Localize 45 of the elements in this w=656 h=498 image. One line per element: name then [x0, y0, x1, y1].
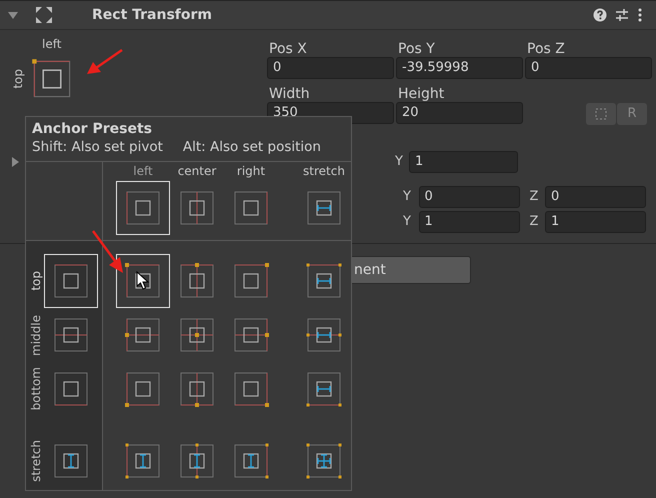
axis-label: Y [395, 154, 404, 169]
axis-label: Y [403, 189, 412, 204]
expand-triangle-icon[interactable] [10, 156, 20, 166]
field-label: Pos Z [526, 41, 566, 57]
help-icon[interactable] [593, 8, 607, 22]
field-label: Pos X [268, 41, 308, 57]
anchor-preset-button[interactable] [44, 254, 98, 308]
hint-text: Shift: Also set pivot [32, 139, 163, 155]
axis-label: Z [530, 189, 540, 204]
row-label: middle [29, 314, 44, 356]
number-field[interactable]: 1 [545, 210, 646, 232]
axis-label: Z [530, 214, 540, 229]
row-label: bottom [29, 367, 44, 411]
number-field[interactable]: 1 [409, 150, 518, 172]
number-field[interactable]: 0 [267, 57, 394, 79]
column-label: right [236, 164, 266, 180]
collapse-triangle-icon[interactable] [8, 10, 18, 20]
anchor-preset-button[interactable] [116, 181, 170, 235]
anchor-horizontal-label: left [42, 37, 62, 53]
row-label: stretch [29, 440, 44, 482]
anchor-preset-icon [304, 441, 344, 481]
settings-sliders-icon[interactable] [615, 8, 629, 22]
number-field[interactable]: 0 [525, 57, 652, 79]
column-label: center [178, 164, 216, 180]
column-label: stretch [303, 164, 345, 180]
number-field[interactable]: 1 [418, 210, 520, 232]
component-title: Rect Transform [92, 7, 214, 23]
number-field[interactable]: -39.59998 [396, 57, 523, 79]
field-label: Height [397, 86, 446, 102]
row-label: top [29, 271, 44, 291]
number-field[interactable]: 20 [396, 102, 523, 124]
axis-label: Y [403, 214, 412, 229]
number-field[interactable]: 0 [545, 186, 646, 208]
mouse-cursor-icon [136, 271, 150, 291]
number-field[interactable]: 0 [418, 186, 520, 208]
column-label: left [133, 164, 153, 180]
popup-title: Anchor Presets [32, 121, 153, 137]
more-options-icon[interactable] [637, 8, 643, 22]
hint-text: Alt: Also set position [182, 139, 321, 155]
field-label: Pos Y [397, 41, 436, 57]
anchor-vertical-label: top [11, 69, 25, 89]
field-label: Width [268, 86, 311, 102]
blueprint-mode-button[interactable] [586, 102, 616, 124]
dashed-square-icon [595, 108, 607, 120]
move-arrows-icon [35, 6, 53, 24]
